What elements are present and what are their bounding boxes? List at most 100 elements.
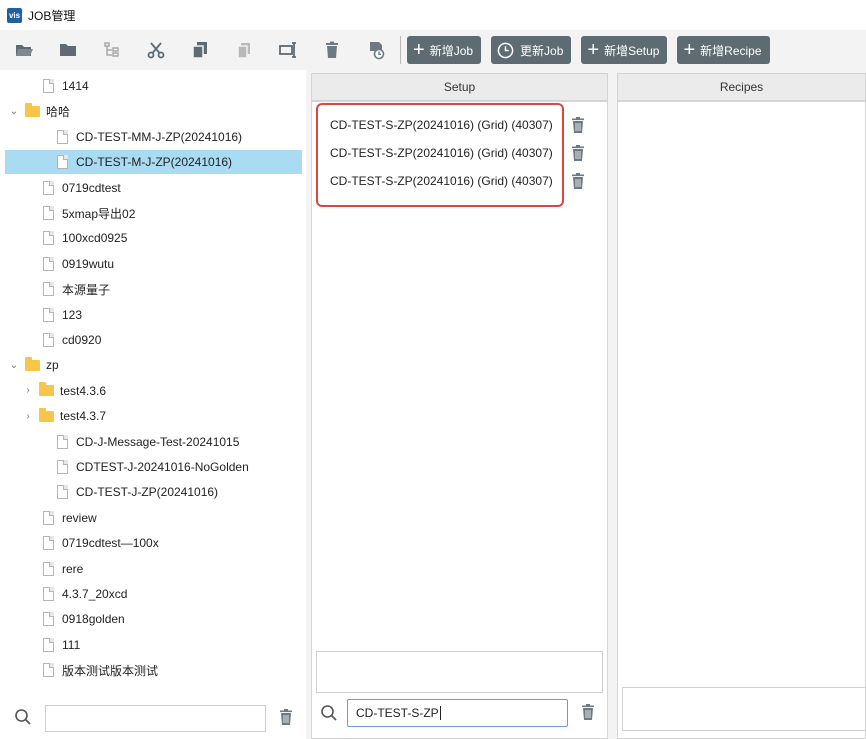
delete-icon[interactable]: [310, 32, 354, 68]
tree-item-label: review: [62, 510, 97, 525]
tree-item-label: CD-TEST-MM-J-ZP(20241016): [76, 129, 243, 144]
tree-item-label: 哈哈: [46, 104, 71, 119]
tree-file-row[interactable]: 4.3.7_20xcd: [5, 582, 302, 606]
tree-file-row[interactable]: 1414: [5, 74, 302, 98]
tree-search-bar: [0, 695, 306, 739]
new-recipe-button[interactable]: + 新增Recipe: [677, 36, 770, 64]
tree-file-row[interactable]: review: [5, 506, 302, 530]
tree-search-input[interactable]: [45, 705, 266, 732]
update-job-button[interactable]: 更新Job: [491, 36, 572, 64]
text-caret: [439, 706, 441, 720]
tree-item-label: 1414: [62, 79, 89, 93]
tree-item-label: 111: [62, 637, 81, 652]
setup-notes-area[interactable]: [316, 651, 603, 693]
tree-folder-row[interactable]: › test4.3.7: [5, 404, 302, 428]
chevron-right-icon[interactable]: ›: [23, 385, 33, 396]
new-setup-label: 新增Setup: [604, 43, 660, 58]
tree-file-row[interactable]: CD-TEST-M-J-ZP(20241016): [5, 150, 302, 175]
paste-icon[interactable]: [222, 32, 266, 68]
tree-item-label: 4.3.7_20xcd: [62, 587, 128, 601]
setup-item-delete-icon[interactable]: [571, 145, 585, 161]
tree-folder-row[interactable]: ⌄ 哈哈: [5, 99, 302, 123]
file-icon: [43, 256, 54, 271]
tree-file-row[interactable]: 5xmap导出02: [5, 201, 302, 225]
setup-search-input[interactable]: CD-TEST-S-ZP: [347, 699, 568, 727]
chevron-right-icon[interactable]: ›: [23, 411, 33, 422]
file-icon: [43, 587, 54, 601]
setup-search-trash-icon[interactable]: [581, 704, 595, 720]
tree-file-row[interactable]: 123: [5, 303, 302, 327]
file-icon: [43, 180, 54, 195]
tree-file-row[interactable]: 本源量子: [5, 277, 302, 301]
file-icon: [43, 231, 54, 246]
setup-item-label: CD-TEST-S-ZP(20241016) (Grid) (40307): [330, 146, 553, 160]
tree-file-row[interactable]: 100xcd0925: [5, 226, 302, 250]
tree-folder-row[interactable]: › test4.3.6: [5, 379, 302, 403]
new-job-button[interactable]: + 新增Job: [407, 36, 482, 64]
file-icon: [43, 612, 54, 627]
file-icon: [43, 307, 54, 322]
setup-item-delete-icon[interactable]: [571, 117, 585, 133]
setup-search-value: CD-TEST-S-ZP: [356, 706, 439, 720]
folder-icon[interactable]: [46, 32, 90, 68]
tree-item-label: 100xcd0925: [62, 231, 128, 246]
setup-item-label: CD-TEST-S-ZP(20241016) (Grid) (40307): [330, 118, 553, 132]
tree-file-row[interactable]: CDTEST-J-20241016-NoGolden: [5, 455, 302, 479]
tree-item-label: CD-TEST-J-ZP(20241016): [76, 485, 219, 500]
setup-item-delete-icon[interactable]: [571, 173, 585, 189]
file-icon: [43, 282, 54, 297]
clock-icon: [497, 42, 514, 58]
tree-item-label: 0719cdtest: [62, 180, 121, 195]
tree-item-label: test4.3.6: [60, 383, 107, 398]
setup-search-icon[interactable]: [320, 704, 338, 722]
app-logo: vis: [7, 7, 22, 23]
tree-structure-icon[interactable]: [90, 32, 134, 68]
tree-file-row[interactable]: rere: [5, 557, 302, 581]
folder-icon: [39, 407, 54, 422]
file-icon: [43, 663, 54, 678]
tree-item-label: zp: [46, 358, 59, 373]
file-icon: [43, 510, 54, 525]
tree-file-row[interactable]: cd0920: [5, 328, 302, 352]
toolbar: + 新增Job 更新Job + 新增Setup + 新增Recipe: [0, 30, 866, 70]
tree-file-row[interactable]: 111: [5, 633, 302, 657]
history-icon[interactable]: [354, 32, 398, 68]
job-tree[interactable]: 1414 ⌄ 哈哈 CD-TEST-MM-J-ZP(20241016) CD-TEST-…: [0, 70, 306, 695]
chevron-down-icon[interactable]: ⌄: [9, 360, 19, 371]
rename-icon[interactable]: [266, 32, 310, 68]
setup-item[interactable]: CD-TEST-S-ZP(20241016) (Grid) (40307): [330, 171, 553, 191]
plus-icon: +: [683, 39, 696, 61]
recipes-header: Recipes: [617, 73, 866, 101]
folder-icon: [25, 102, 40, 117]
file-icon: [57, 460, 68, 474]
tree-file-row[interactable]: 0719cdtest—100x: [5, 531, 302, 555]
tree-item-label: 0719cdtest—100x: [62, 536, 159, 551]
plus-icon: +: [413, 39, 425, 61]
tree-folder-row[interactable]: ⌄ zp: [5, 353, 302, 377]
tree-file-row[interactable]: CD-J-Message-Test-20241015: [5, 430, 302, 454]
open-folder-icon[interactable]: [2, 32, 46, 68]
setup-item[interactable]: CD-TEST-S-ZP(20241016) (Grid) (40307): [330, 143, 553, 163]
file-icon: [57, 485, 68, 500]
tree-file-row[interactable]: 0919wutu: [5, 252, 302, 276]
tree-file-row[interactable]: 0918golden: [5, 607, 302, 631]
chevron-down-icon[interactable]: ⌄: [9, 106, 19, 117]
plus-icon: +: [587, 39, 600, 61]
cut-icon[interactable]: [134, 32, 178, 68]
copy-icon[interactable]: [178, 32, 222, 68]
setup-item[interactable]: CD-TEST-S-ZP(20241016) (Grid) (40307): [330, 115, 553, 135]
search-icon[interactable]: [14, 708, 32, 726]
folder-icon: [39, 382, 54, 397]
title-bar: vis JOB管理: [0, 0, 866, 30]
trash-icon[interactable]: [279, 709, 293, 725]
tree-file-row[interactable]: 版本测试版本测试: [5, 658, 302, 682]
new-setup-button[interactable]: + 新增Setup: [581, 36, 668, 64]
tree-item-label: rere: [62, 561, 84, 576]
window-title: JOB管理: [28, 8, 76, 23]
tree-file-row[interactable]: CD-TEST-J-ZP(20241016): [5, 480, 302, 504]
tree-file-row[interactable]: CD-TEST-MM-J-ZP(20241016): [5, 125, 302, 149]
tree-file-row[interactable]: 0719cdtest: [5, 176, 302, 200]
tree-item-label: 0919wutu: [62, 256, 115, 271]
recipes-notes-area[interactable]: [622, 687, 866, 731]
setup-header: Setup: [311, 73, 608, 101]
